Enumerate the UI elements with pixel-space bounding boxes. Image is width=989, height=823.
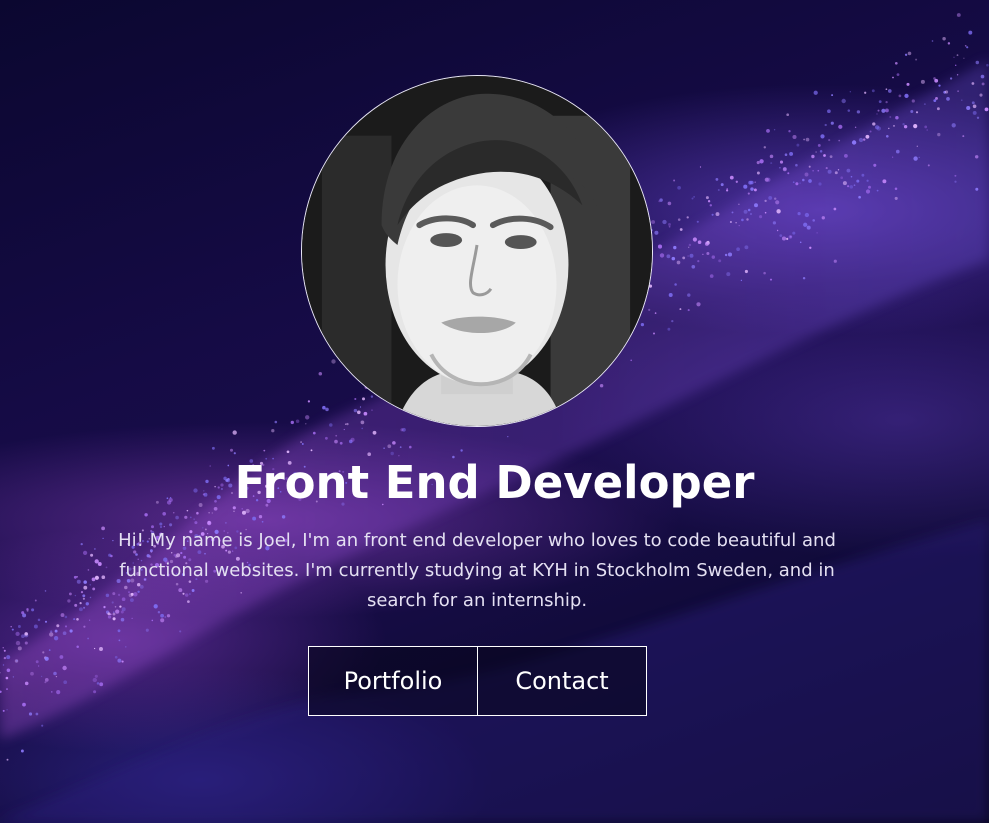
contact-button[interactable]: Contact [478, 646, 647, 716]
profile-photo [301, 75, 653, 427]
page-title: Front End Developer [234, 456, 755, 509]
hero-section: Front End Developer Hi! My name is Joel,… [0, 0, 989, 823]
hero-actions: Portfolio Contact [308, 646, 647, 716]
intro-text: Hi! My name is Joel, I'm an front end de… [118, 530, 836, 611]
portrait-illustration [302, 76, 652, 426]
portfolio-button[interactable]: Portfolio [308, 646, 478, 716]
